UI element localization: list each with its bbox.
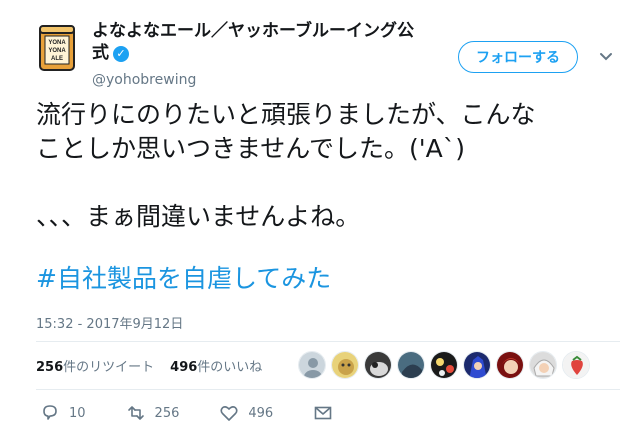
direct-message-button[interactable] (313, 403, 342, 423)
svg-text:YONA: YONA (48, 48, 66, 54)
reply-icon (43, 405, 57, 420)
retweet-icon (127, 406, 144, 420)
follow-button[interactable]: フォローする (458, 41, 578, 73)
liker-avatar[interactable] (529, 351, 557, 379)
tweet-text-line: 流行りにのりたいと頑張りましたが、こんな (36, 100, 536, 129)
tweet-stats: 256件のリツイート 496件のいいね (36, 356, 262, 375)
yona-yona-ale-can-logo: YONA YONA ALE (39, 25, 75, 71)
liker-avatar[interactable] (331, 351, 359, 379)
hashtag-link[interactable]: #自社製品を自虐してみた (36, 259, 331, 295)
retweet-button[interactable]: 256 (126, 403, 180, 423)
divider (36, 389, 620, 390)
liker-avatars (298, 351, 590, 381)
like-count: 496 (248, 405, 274, 421)
heart-icon (220, 406, 238, 421)
liker-avatar[interactable] (430, 351, 458, 379)
tweet-text-line: 、、、まぁ間違いませんよね。 (36, 202, 361, 231)
like-button[interactable]: 496 (219, 403, 273, 423)
divider (36, 341, 620, 342)
account-handle[interactable]: @yohobrewing (92, 72, 196, 88)
svg-text:ALE: ALE (51, 56, 63, 62)
account-name-line1: よなよなエール／ヤッホーブルーイング公 (92, 21, 414, 41)
liker-avatar[interactable] (298, 351, 326, 379)
tweet-text: 流行りにのりたいと頑張りましたが、こんな ことしか思いつきませんでした。('A`… (36, 98, 626, 234)
reply-button[interactable]: 10 (40, 403, 86, 423)
liker-avatar[interactable] (397, 351, 425, 379)
account-name-line2: 式 (92, 43, 109, 63)
tweet-actions: 10 256 496 (40, 401, 382, 425)
account-name[interactable]: よなよなエール／ヤッホーブルーイング公 式 ✓ (92, 20, 452, 64)
verified-badge-icon: ✓ (113, 46, 129, 62)
liker-avatar[interactable] (364, 351, 392, 379)
tweet-timestamp[interactable]: 15:32 - 2017年9月12日 (36, 313, 183, 332)
envelope-icon (314, 406, 332, 420)
avatar[interactable]: YONA YONA ALE (38, 22, 76, 74)
reply-count: 10 (69, 405, 86, 421)
like-stat[interactable]: 496件のいいね (170, 360, 262, 375)
liker-avatar[interactable] (562, 351, 590, 379)
retweet-count: 256 (154, 405, 180, 421)
svg-text:YONA: YONA (48, 40, 66, 46)
liker-avatar[interactable] (496, 351, 524, 379)
tweet-text-line: ことしか思いつきませんでした。('A`) (36, 134, 465, 163)
chevron-down-icon[interactable] (598, 48, 614, 64)
liker-avatar[interactable] (463, 351, 491, 379)
retweet-stat[interactable]: 256件のリツイート (36, 360, 154, 375)
